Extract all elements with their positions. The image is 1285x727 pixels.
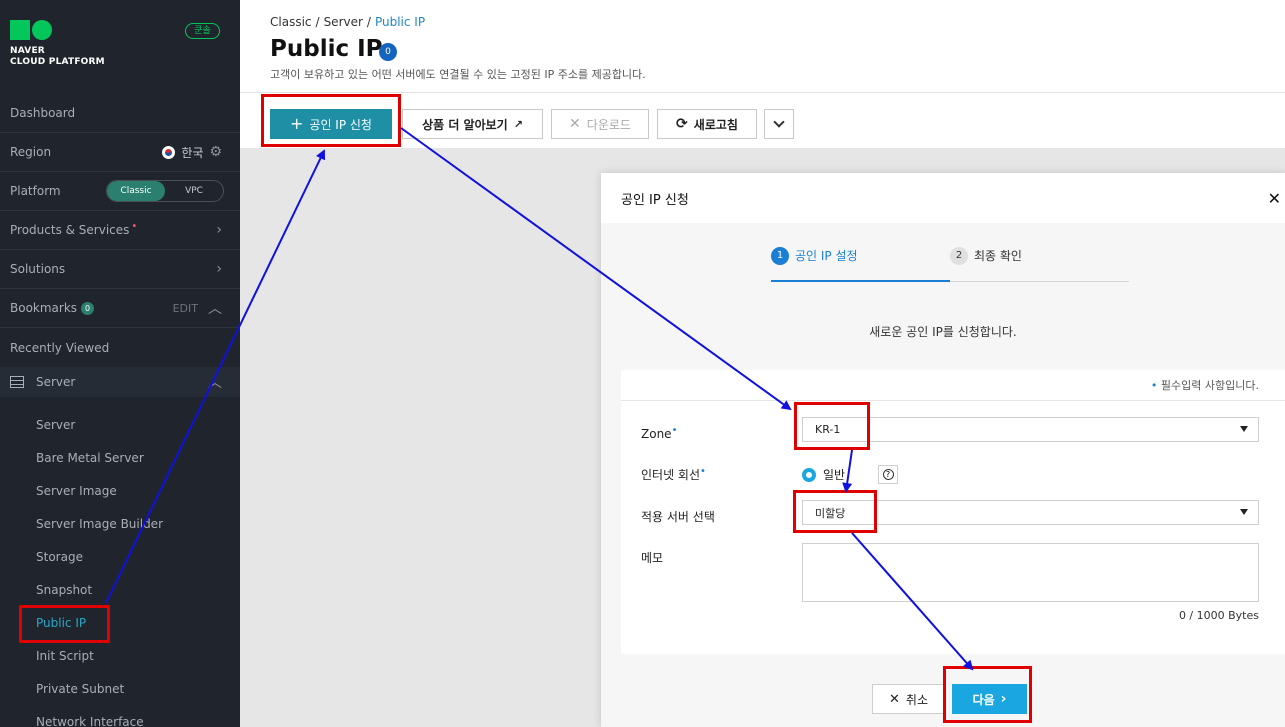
chevron-right-icon: ›	[216, 261, 222, 277]
nav-recently-viewed[interactable]: Recently Viewed	[0, 328, 240, 367]
required-note: • 필수입력 사항입니다.	[1150, 379, 1259, 392]
products-label: Products & Services	[10, 223, 130, 237]
internet-line-label: 인터넷 회선•	[641, 466, 706, 482]
sidebar-item-private-subnet[interactable]: Private Subnet	[36, 682, 124, 696]
breadcrumb: Classic / Server / Public IP	[270, 15, 426, 29]
step-indicator: 1 공인 IP 설정 2 최종 확인	[771, 247, 1129, 282]
server-group-header[interactable]: Server ︿	[0, 367, 240, 397]
download-x-icon: ✕	[569, 116, 581, 132]
sidebar-item-bare-metal-server[interactable]: Bare Metal Server	[36, 451, 144, 465]
external-link-icon: ↗	[513, 117, 523, 131]
platform-toggle[interactable]: Classic VPC	[106, 180, 224, 202]
step-1-label: 공인 IP 설정	[795, 249, 858, 263]
platform-classic-option[interactable]: Classic	[107, 181, 165, 201]
dialog-title: 공인 IP 신청	[621, 192, 689, 208]
sidebar-item-network-interface[interactable]: Network Interface	[36, 715, 144, 727]
dialog-intro: 새로운 공인 IP를 신청합니다.	[869, 325, 1017, 339]
highlight-server-select	[793, 490, 877, 533]
item-count-badge: 0	[379, 43, 397, 61]
highlight-next-button	[943, 666, 1032, 723]
internet-line-radio[interactable]: 일반	[802, 466, 845, 483]
breadcrumb-public-ip: Public IP	[374, 15, 426, 29]
caret-down-icon	[1240, 426, 1248, 432]
recently-viewed-label: Recently Viewed	[10, 340, 110, 355]
sidebar-item-server[interactable]: Server	[36, 418, 75, 432]
apply-server-label: 적용 서버 선택	[641, 510, 715, 524]
language-badge[interactable]: 쿤솔	[185, 23, 220, 39]
memo-byte-counter: 0 / 1000 Bytes	[1178, 609, 1259, 622]
download-label: 다운로드	[586, 117, 631, 132]
step-1-number: 1	[771, 247, 789, 265]
region-value[interactable]: 한국	[181, 144, 203, 161]
nav-region: Region 한국 ⚙	[0, 133, 240, 172]
logo-text: NAVER CLOUD PLATFORM	[10, 46, 105, 67]
nav-dashboard-label: Dashboard	[10, 106, 76, 120]
apply-public-ip-dialog: 공인 IP 신청 ✕ 1 공인 IP 설정 2 최종 확인 새로운 공인 IP를…	[601, 173, 1285, 727]
solutions-label: Solutions	[10, 262, 66, 276]
chevron-up-icon[interactable]: ︿	[208, 372, 222, 392]
cancel-label: 취소	[905, 692, 928, 707]
download-button[interactable]: ✕ 다운로드	[551, 109, 649, 139]
dialog-header: 공인 IP 신청 ✕	[601, 173, 1285, 223]
page-description: 고객이 보유하고 있는 어떤 서버에도 연결될 수 있는 고정된 IP 주소를 …	[270, 68, 646, 81]
learn-more-button[interactable]: 상품 더 알아보기 ↗	[402, 109, 543, 139]
refresh-label: 새로고침	[693, 117, 738, 132]
zone-label: Zone•	[641, 425, 678, 441]
refresh-icon: ⟳	[676, 116, 688, 132]
divider	[240, 92, 1285, 93]
page-title: Public IP	[270, 36, 383, 62]
sidebar-item-init-script[interactable]: Init Script	[36, 649, 94, 663]
nav-bookmarks[interactable]: Bookmarks 0 EDIT ︿	[0, 289, 240, 328]
close-icon: ✕	[889, 691, 900, 707]
internet-line-value: 일반	[823, 468, 846, 482]
memo-textarea[interactable]	[802, 543, 1259, 602]
nav-platform: Platform Classic VPC	[0, 172, 240, 211]
step-2-label: 최종 확인	[974, 249, 1022, 263]
step-1: 1 공인 IP 설정	[771, 247, 950, 282]
korea-flag-icon	[162, 145, 176, 159]
step-2: 2 최종 확인	[950, 247, 1022, 282]
chevron-down-icon	[773, 116, 785, 128]
platform-vpc-option[interactable]: VPC	[165, 181, 223, 201]
gear-icon[interactable]: ⚙	[209, 144, 222, 160]
nav-solutions[interactable]: Solutions ›	[0, 250, 240, 289]
close-icon[interactable]: ✕	[1268, 189, 1281, 208]
sidebar-item-snapshot[interactable]: Snapshot	[36, 583, 92, 597]
breadcrumb-server[interactable]: Server	[324, 15, 363, 29]
step-2-number: 2	[950, 247, 968, 265]
logo-mark	[10, 20, 105, 40]
radio-selected-icon	[802, 467, 816, 482]
public-ip-form: • 필수입력 사항입니다. Zone• KR-1 인터넷 회선• 일반 ? 적용…	[621, 370, 1285, 654]
refresh-button[interactable]: ⟳ 새로고침	[657, 109, 757, 139]
caret-down-icon	[1240, 509, 1248, 515]
server-group-label: Server	[36, 375, 76, 389]
required-dot-icon: •	[1150, 379, 1158, 392]
nav-dashboard[interactable]: Dashboard	[0, 94, 240, 133]
sidebar-item-storage[interactable]: Storage	[36, 550, 83, 564]
highlight-apply-button	[261, 94, 401, 147]
sidebar-item-server-image[interactable]: Server Image	[36, 484, 117, 498]
highlight-zone-select	[794, 402, 870, 450]
breadcrumb-classic[interactable]: Classic	[270, 15, 312, 29]
bookmarks-edit-button[interactable]: EDIT	[173, 302, 198, 315]
bookmarks-label: Bookmarks	[10, 301, 78, 315]
learn-more-label: 상품 더 알아보기	[422, 117, 508, 132]
chevron-up-icon[interactable]: ︿	[208, 298, 222, 318]
region-label: Region	[10, 145, 52, 159]
cancel-button[interactable]: ✕ 취소	[872, 684, 945, 714]
naver-cloud-logo[interactable]: NAVER CLOUD PLATFORM	[10, 20, 105, 68]
more-options-button[interactable]	[764, 109, 794, 139]
memo-label: 메모	[641, 551, 664, 565]
highlight-public-ip-menu	[19, 605, 110, 643]
platform-label: Platform	[10, 184, 61, 198]
bookmarks-count-badge: 0	[81, 301, 95, 315]
chevron-right-icon: ›	[216, 222, 222, 238]
divider	[621, 400, 1285, 401]
nav-products-services[interactable]: Products & Services • ›	[0, 211, 240, 250]
server-icon	[10, 376, 24, 388]
new-marker: •	[131, 220, 138, 232]
zone-select[interactable]: KR-1	[802, 417, 1259, 442]
help-icon[interactable]: ?	[878, 465, 898, 484]
sidebar-item-server-image-builder[interactable]: Server Image Builder	[36, 517, 163, 531]
